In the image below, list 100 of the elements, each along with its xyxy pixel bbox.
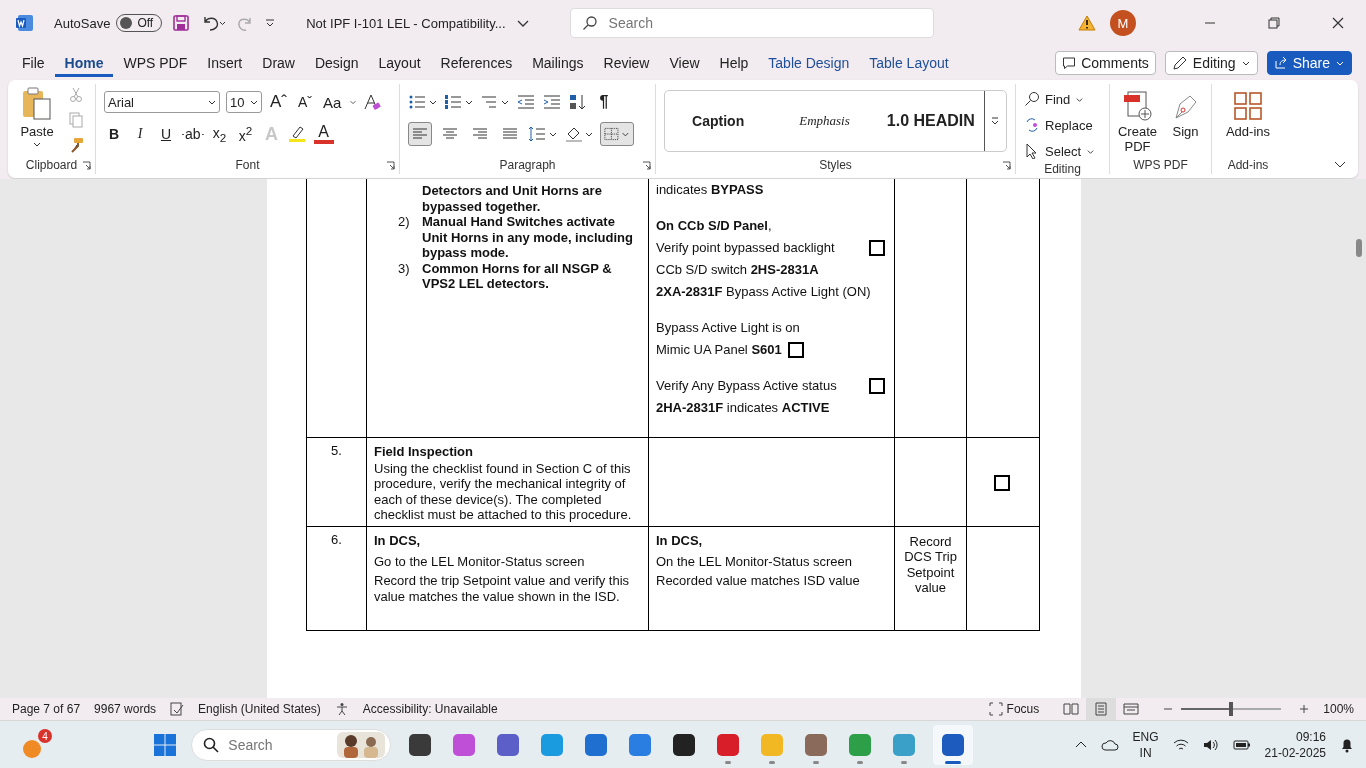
ribbon-tab[interactable]: Draw [252, 49, 305, 77]
word-logo-icon[interactable] [16, 14, 34, 32]
checkbox[interactable] [869, 378, 885, 394]
ribbon-tab[interactable]: View [659, 49, 710, 77]
app-icon[interactable] [933, 725, 974, 765]
ribbon-tab[interactable]: Layout [368, 49, 431, 77]
editing-mode-button[interactable]: Editing [1164, 51, 1258, 75]
font-name-field[interactable]: Arial [104, 91, 220, 113]
dialog-launcher-icon[interactable] [1002, 160, 1011, 170]
focus-button[interactable]: Focus [988, 702, 1040, 716]
wifi-icon[interactable] [1172, 738, 1189, 752]
increase-indent-icon[interactable] [542, 93, 562, 111]
search-icon [581, 15, 598, 31]
replace-button[interactable]: Replace [1024, 114, 1101, 136]
eraser-icon[interactable] [363, 93, 382, 111]
ribbon-tab[interactable]: References [430, 49, 523, 77]
ribbon-tab[interactable]: Home [54, 49, 114, 77]
style-item[interactable]: Emphasis [771, 91, 878, 151]
decrease-indent-icon[interactable] [516, 93, 536, 111]
web-view-icon [1123, 702, 1140, 716]
accessibility-icon[interactable] [334, 702, 349, 716]
ribbon-tab[interactable]: Design [304, 49, 369, 77]
warning-icon[interactable] [1078, 15, 1096, 31]
comments-button[interactable]: Comments [1055, 51, 1156, 75]
grow-font-button[interactable]: Aˆ [268, 90, 289, 114]
close-icon[interactable] [1332, 17, 1344, 29]
color-button[interactable]: A [313, 124, 334, 144]
zoom-slider[interactable] [1181, 702, 1282, 716]
save-icon[interactable] [172, 14, 191, 32]
ribbon-tab[interactable]: Review [593, 49, 660, 77]
read-view-icon [1063, 702, 1080, 716]
word-count[interactable]: 9967 words [94, 702, 157, 716]
share-button[interactable]: Share [1266, 51, 1352, 75]
dialog-launcher-icon[interactable] [82, 160, 91, 170]
shading-icon[interactable] [564, 125, 594, 143]
add-ins-button[interactable]: Add-ins [1220, 88, 1276, 156]
multilevel-list-icon[interactable] [480, 93, 510, 111]
checkbox[interactable] [787, 342, 804, 358]
zoom-in-icon[interactable] [1299, 704, 1310, 714]
checkbox[interactable] [994, 474, 1010, 491]
borders-button[interactable] [600, 122, 634, 146]
ribbon-tab[interactable]: Insert [197, 49, 253, 77]
step-text: Detectors and Unit Horns are bypassed together. [422, 183, 603, 214]
maximize-icon[interactable] [1268, 17, 1280, 29]
sun-icon[interactable] [20, 737, 44, 761]
accessibility-status[interactable]: Accessibility: Unavailable [362, 702, 498, 716]
search-field[interactable]: Search [569, 8, 934, 38]
comment-icon [1062, 56, 1077, 70]
dialog-launcher-icon[interactable] [642, 160, 651, 170]
cloud-icon[interactable] [1100, 737, 1119, 753]
underline-button[interactable]: U [156, 122, 176, 146]
shrink-font-button[interactable]: Aˇ [295, 90, 315, 114]
style-item[interactable]: Caption [665, 91, 772, 151]
bold-button[interactable]: B [104, 122, 124, 146]
proofing-icon[interactable] [170, 702, 185, 716]
clock-time[interactable]: 09:16 [1295, 729, 1326, 745]
start-icon[interactable] [153, 733, 178, 757]
bullets-icon[interactable] [408, 93, 438, 111]
super-button[interactable]: x$^{2}$ [235, 122, 256, 146]
ribbon-tab[interactable]: Help [709, 49, 759, 77]
page-count[interactable]: Page 7 of 67 [12, 702, 81, 716]
input-region[interactable]: IN [1139, 745, 1152, 761]
scissors-icon [68, 87, 84, 103]
customize-caret-icon[interactable] [264, 17, 277, 29]
language-label[interactable]: English (United States) [198, 702, 321, 716]
copy-icon [68, 112, 84, 128]
ribbon-tab[interactable]: Mailings [522, 49, 594, 77]
change-case-button[interactable]: Aa [321, 90, 344, 114]
battery-icon[interactable] [1232, 738, 1251, 752]
ribbon-tab[interactable]: WPS PDF [113, 49, 198, 77]
select-button[interactable]: Select [1024, 140, 1101, 162]
volume-icon[interactable] [1202, 738, 1219, 752]
zoom-level[interactable]: 100% [1323, 702, 1354, 716]
sub-button[interactable]: x$_{2}$ [209, 122, 230, 146]
print-view-button[interactable] [1086, 698, 1117, 720]
clock-date[interactable]: 21-02-2025 [1264, 745, 1326, 761]
numbering-icon[interactable] [444, 93, 474, 111]
show-formatting-button[interactable]: ¶ [594, 90, 614, 114]
paste-button[interactable]: Paste [16, 84, 58, 151]
ribbon-tab[interactable]: Table Layout [859, 49, 959, 77]
sort-icon[interactable] [568, 93, 588, 111]
align-left-button[interactable] [408, 122, 432, 146]
ribbon-tab[interactable]: Table Design [758, 49, 860, 77]
sign-button[interactable]: Sign [1165, 88, 1206, 156]
line-spacing-icon[interactable] [528, 125, 558, 143]
checkbox[interactable] [869, 240, 885, 256]
dialog-launcher-icon[interactable] [386, 160, 395, 170]
input-language[interactable]: ENG [1132, 729, 1159, 745]
find-button[interactable]: Find [1024, 88, 1101, 110]
more-icon [990, 116, 1001, 126]
italic-button[interactable]: I [130, 122, 150, 146]
bell-icon[interactable] [1340, 737, 1354, 753]
font-size-field[interactable]: 10 [226, 91, 262, 113]
align-icon [412, 127, 428, 141]
document-title[interactable]: Not IPF I-101 LEL - Compatibility... [306, 15, 506, 31]
ribbon-tab[interactable]: File [12, 49, 55, 77]
account-avatar[interactable]: M [1110, 10, 1136, 36]
create-pdf-button[interactable]: Create PDF [1115, 88, 1160, 156]
style-item[interactable]: 1.0 HEADIN [877, 91, 984, 151]
highlighter-icon[interactable] [287, 125, 308, 143]
